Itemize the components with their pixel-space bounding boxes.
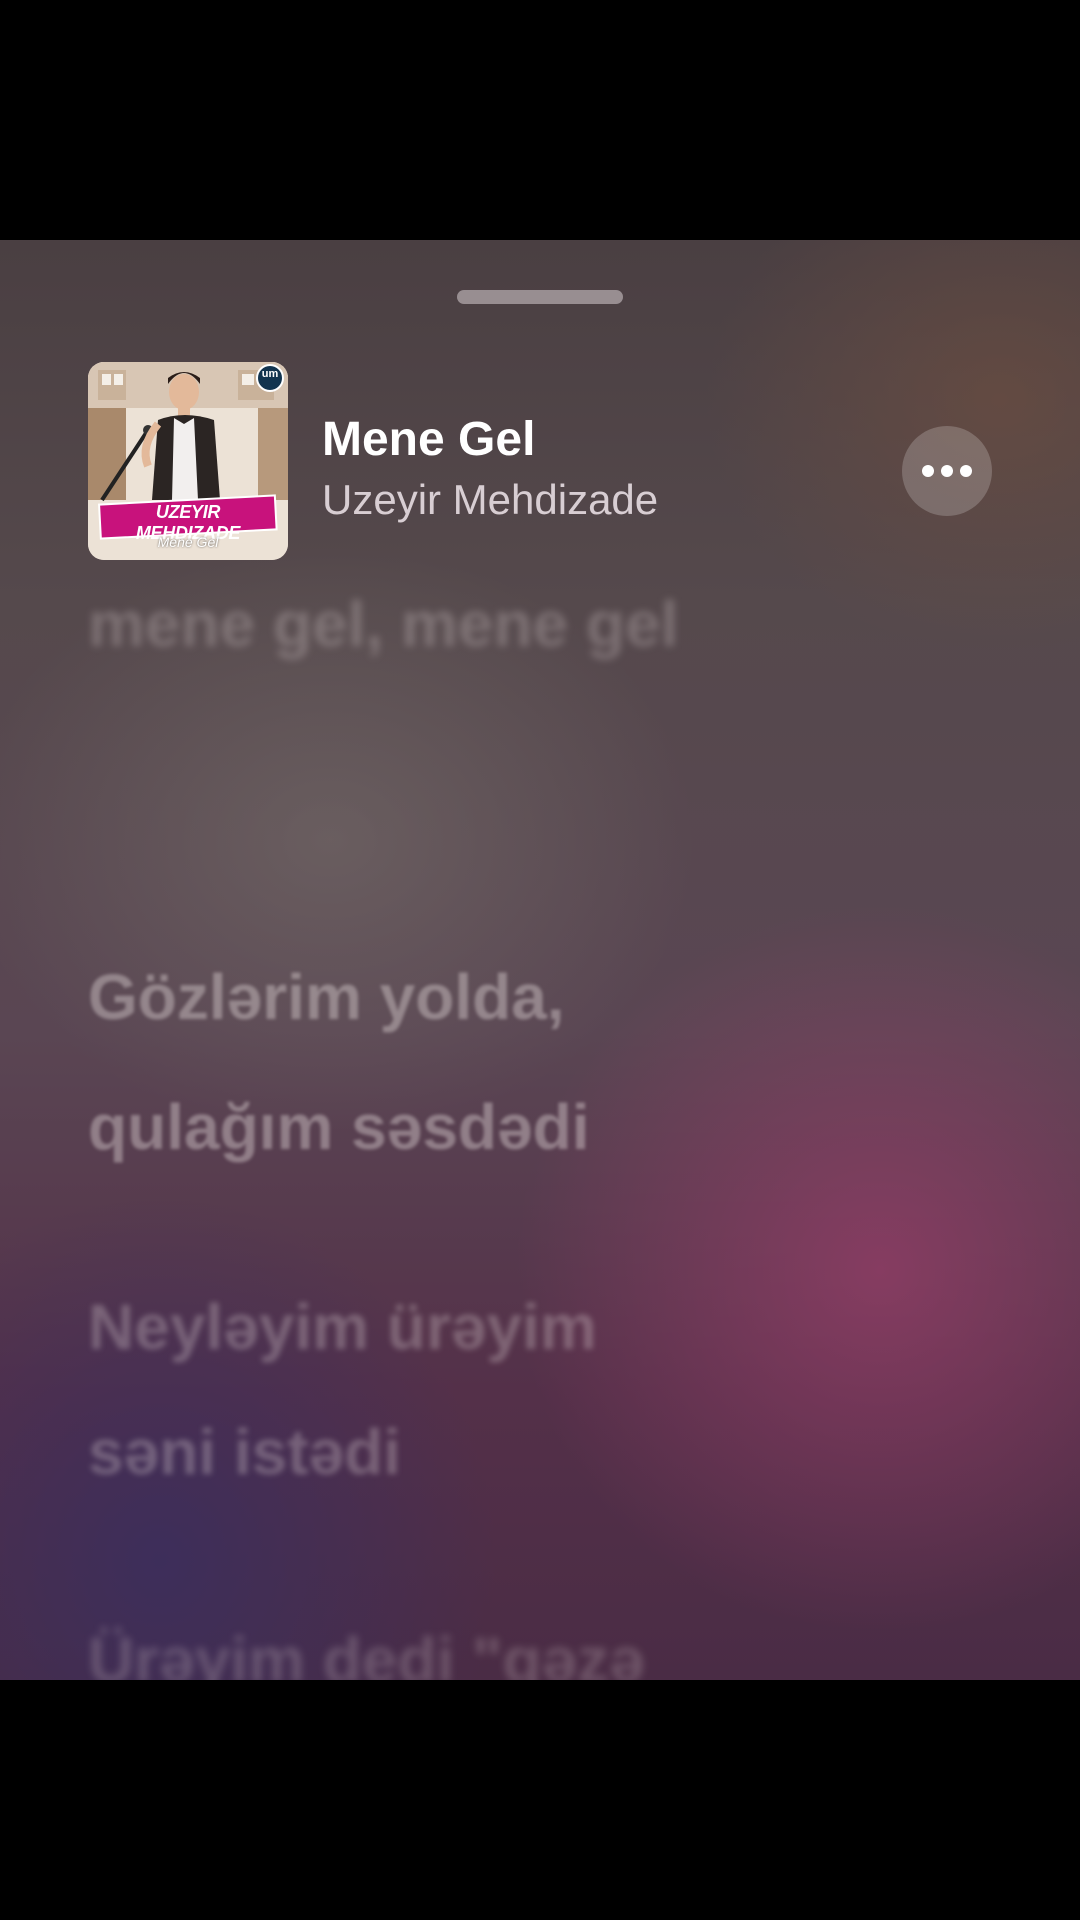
now-playing-sheet: UZEYIR MEHDIZADE Mene Gel um Mene Gel Uz… xyxy=(0,240,1080,1680)
ellipsis-icon xyxy=(922,465,934,477)
bottom-letterbox xyxy=(0,1680,1080,1920)
top-letterbox xyxy=(0,0,1080,240)
ellipsis-icon xyxy=(960,465,972,477)
lyric-line-upcoming[interactable]: Neyləyim ürəyim xyxy=(88,1295,597,1359)
lyric-line-upcoming[interactable]: səni istədi xyxy=(88,1420,401,1484)
artwork-badge-text: um xyxy=(261,368,279,380)
artwork-album-text: Mene Gel xyxy=(157,534,219,550)
artist-name[interactable]: Uzeyir Mehdizade xyxy=(322,476,658,524)
album-artwork[interactable]: UZEYIR MEHDIZADE Mene Gel um xyxy=(88,362,288,560)
lyric-line-previous[interactable]: mene gel, mene gel xyxy=(88,592,678,656)
song-title[interactable]: Mene Gel xyxy=(322,412,535,467)
lyric-line-current[interactable]: qulağım səsdədi xyxy=(88,1095,589,1159)
lyric-line-upcoming[interactable]: Ürəyim dedi "gəzə xyxy=(88,1628,645,1680)
lyric-line-current[interactable]: Gözlərim yolda, xyxy=(88,965,565,1029)
ellipsis-icon xyxy=(941,465,953,477)
more-options-button[interactable] xyxy=(902,426,992,516)
sheet-grabber-handle[interactable] xyxy=(457,290,623,304)
